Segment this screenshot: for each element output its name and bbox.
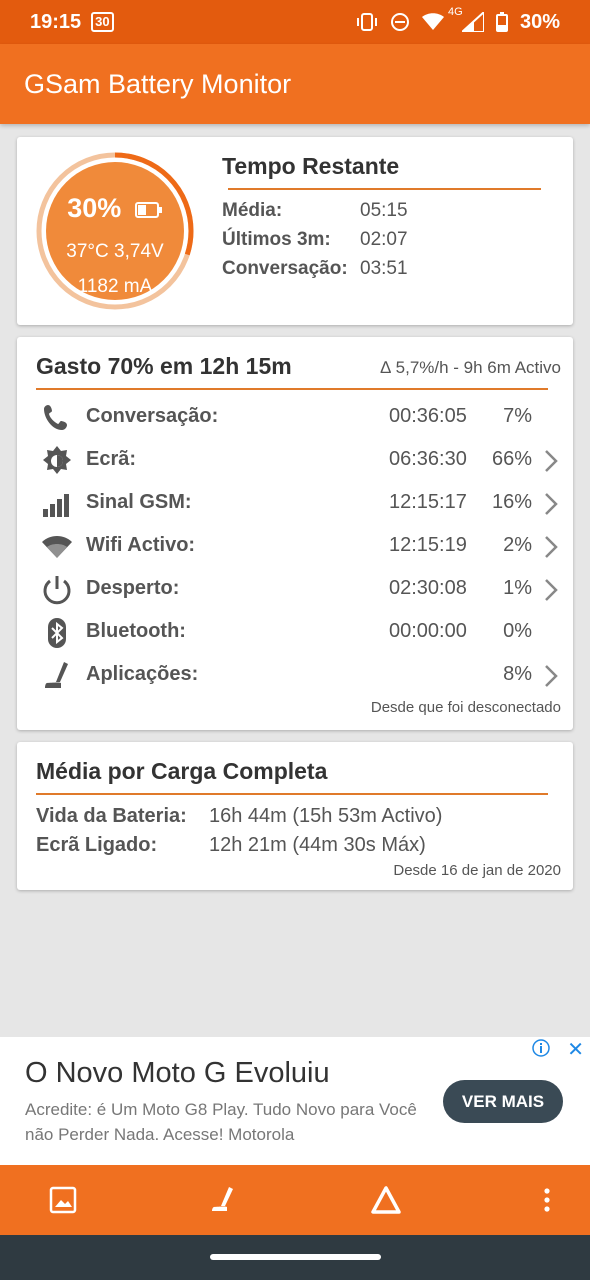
usage-footer: Desde que foi desconectado — [370, 699, 561, 716]
ad-title[interactable]: O Novo Moto G Evoluiu — [25, 1057, 330, 1090]
usage-row-apps[interactable]: Aplicações: 8% — [17, 653, 573, 696]
app-bar: GSam Battery Monitor — [0, 44, 590, 124]
battery-life-value: 16h 44m (15h 53m Activo) — [209, 805, 443, 827]
usage-percent: 66% — [491, 448, 532, 470]
talk-time-label: Conversação: — [222, 258, 348, 279]
phone-icon — [44, 405, 67, 430]
chevron-right-icon[interactable] — [543, 491, 559, 517]
usage-label: Ecrã: — [86, 448, 137, 470]
mobile-signal-icon: 4G — [448, 6, 484, 32]
chevron-right-icon[interactable] — [543, 663, 559, 689]
network-type: 4G — [447, 6, 463, 18]
do-not-disturb-icon — [390, 13, 409, 31]
gauge-temp-voltage: 37°C 3,74V — [66, 241, 164, 262]
power-icon — [43, 576, 71, 605]
more-vert-icon[interactable] — [530, 1183, 564, 1217]
usage-rate: ∆ 5,7%/h - 9h 6m Activo — [380, 358, 561, 377]
average-label: Média: — [222, 200, 283, 221]
usage-time: 12:15:19 — [389, 534, 467, 556]
chevron-right-icon[interactable] — [543, 534, 559, 560]
signal-icon — [43, 494, 69, 517]
status-time: 19:15 — [30, 10, 82, 33]
title-underline — [36, 388, 548, 390]
brightness-icon — [43, 446, 71, 474]
last-3m-label: Últimos 3m: — [222, 229, 331, 250]
usage-row-signal[interactable]: Sinal GSM: 12:15:17 16% — [17, 481, 573, 524]
status-icons: 4G 30% — [356, 6, 560, 34]
usage-row-screen[interactable]: Ecrã: 06:36:30 66% — [17, 438, 573, 481]
usage-percent: 1% — [503, 577, 532, 599]
remaining-time-title: Tempo Restante — [222, 153, 400, 179]
remaining-time-card[interactable]: 30% 37°C 3,74V 1182 mA Tempo Restante Mé… — [17, 137, 573, 325]
usage-label: Desperto: — [86, 577, 180, 599]
usage-label: Sinal GSM: — [86, 491, 192, 513]
image-icon[interactable] — [46, 1183, 80, 1217]
ad-close-icon[interactable]: ✕ — [567, 1037, 584, 1062]
ad-banner[interactable]: ✕ O Novo Moto G Evoluiu Acredite: é Um M… — [0, 1037, 590, 1165]
battery-icon — [134, 201, 162, 218]
usage-time: 00:00:00 — [389, 620, 467, 642]
vibrate-icon — [356, 13, 377, 31]
full-charge-title: Média por Carga Completa — [36, 758, 328, 784]
usage-percent: 8% — [503, 663, 532, 685]
chevron-right-icon[interactable] — [543, 577, 559, 603]
usage-title: Gasto 70% em 12h 15m — [36, 353, 292, 379]
system-nav-bar — [0, 1235, 590, 1280]
average-value: 05:15 — [360, 200, 408, 221]
screen-on-value: 12h 21m (44m 30s Máx) — [209, 834, 426, 856]
usage-row-phone: Conversação: 00:36:05 7% — [17, 395, 573, 438]
ad-cta-button[interactable]: VER MAIS — [443, 1080, 563, 1123]
usage-time: 06:36:30 — [389, 448, 467, 470]
usage-label: Aplicações: — [86, 663, 199, 685]
bluetooth-icon — [48, 618, 66, 648]
usage-label: Conversação: — [86, 405, 219, 427]
home-gesture-handle[interactable] — [210, 1254, 381, 1260]
talk-time-value: 03:51 — [360, 258, 408, 279]
wifi-status-icon — [421, 13, 444, 30]
calendar-icon: 30 — [91, 12, 114, 32]
apps-icon[interactable] — [207, 1183, 241, 1217]
title-underline — [228, 188, 541, 190]
usage-time: 00:36:05 — [389, 405, 467, 427]
delta-icon[interactable] — [369, 1183, 403, 1217]
gauge-percent: 30% — [35, 193, 195, 224]
gauge-percent-value: 30% — [67, 193, 122, 223]
gauge-readout: 30% 37°C 3,74V 1182 mA — [35, 151, 195, 311]
ad-body[interactable]: Acredite: é Um Moto G8 Play. Tudo Novo p… — [25, 1097, 430, 1147]
usage-percent: 16% — [491, 491, 532, 513]
bottom-toolbar — [0, 1165, 590, 1235]
status-bar: 19:15 30 4G 30% — [0, 0, 590, 44]
last-3m-value: 02:07 — [360, 229, 408, 250]
battery-percent: 30% — [519, 10, 560, 33]
full-charge-card: Média por Carga Completa Vida da Bateria… — [17, 742, 573, 890]
usage-label: Bluetooth: — [86, 620, 186, 642]
gauge-current: 1182 mA — [77, 276, 153, 297]
screen-on-label: Ecrã Ligado: — [36, 834, 158, 856]
apps-icon — [45, 662, 68, 688]
usage-label: Wifi Activo: — [86, 534, 196, 556]
usage-percent: 7% — [503, 405, 532, 427]
app-title: GSam Battery Monitor — [24, 68, 292, 99]
usage-card: Gasto 70% em 12h 15m ∆ 5,7%/h - 9h 6m Ac… — [17, 337, 573, 730]
ad-info-icon[interactable] — [532, 1039, 550, 1057]
chevron-right-icon[interactable] — [543, 448, 559, 474]
usage-percent: 0% — [503, 620, 532, 642]
battery-life-label: Vida da Bateria: — [36, 805, 187, 827]
battery-status-icon — [495, 12, 508, 32]
usage-row-wifi[interactable]: Wifi Activo: 12:15:19 2% — [17, 524, 573, 567]
usage-row-bluetooth: Bluetooth: 00:00:00 0% — [17, 610, 573, 653]
usage-time: 02:30:08 — [389, 577, 467, 599]
usage-time: 12:15:17 — [389, 491, 467, 513]
full-charge-footer: Desde 16 de jan de 2020 — [393, 862, 561, 879]
usage-percent: 2% — [503, 534, 532, 556]
title-underline — [36, 793, 548, 795]
usage-row-awake[interactable]: Desperto: 02:30:08 1% — [17, 567, 573, 610]
wifi-icon — [42, 536, 72, 558]
